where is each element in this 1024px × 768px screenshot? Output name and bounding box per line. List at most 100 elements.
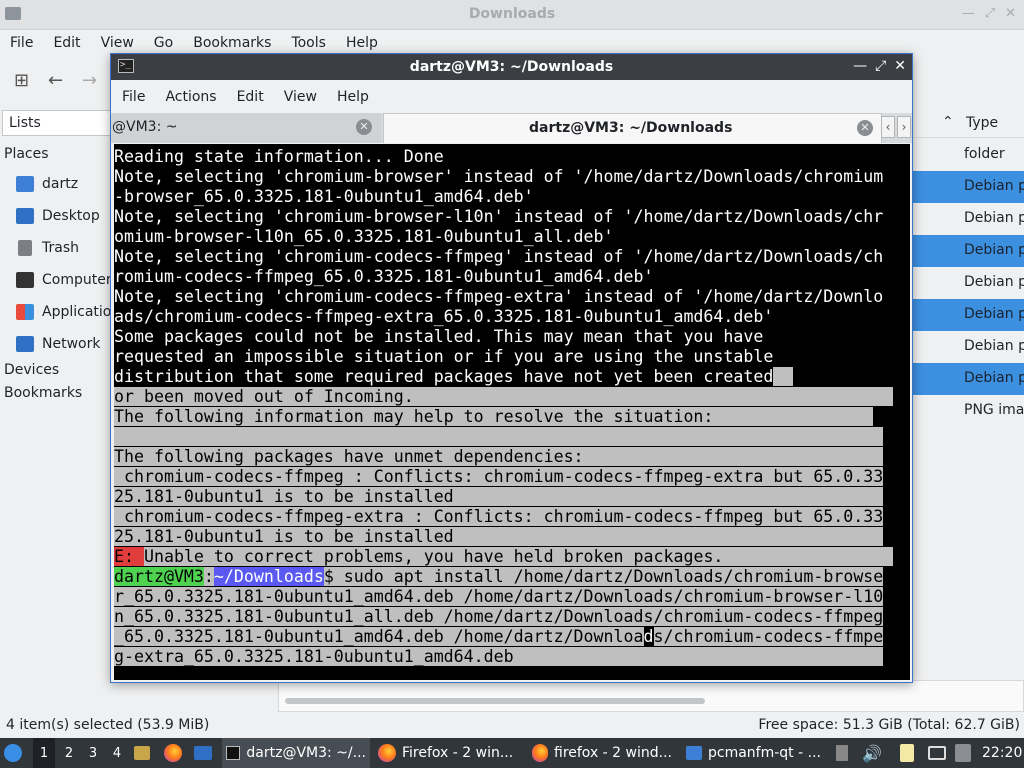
firefox-icon — [532, 744, 548, 762]
firefox-icon — [378, 744, 396, 762]
menu-help[interactable]: Help — [336, 35, 388, 51]
close-icon[interactable]: ✕ — [894, 58, 906, 74]
workspace-4[interactable]: 4 — [106, 738, 128, 768]
clock[interactable]: 22:20 — [982, 738, 1022, 768]
new-tab-icon[interactable]: ⊞ — [14, 70, 29, 91]
file-row[interactable]: Debian p — [912, 171, 1024, 203]
volume-icon[interactable]: 🔊 — [862, 738, 882, 768]
tab-home[interactable]: @VM3: ~ ✕ — [111, 113, 381, 143]
places-heading[interactable]: Places — [4, 146, 49, 162]
minimize-icon[interactable]: — — [962, 6, 975, 21]
tray-clipboard[interactable] — [836, 738, 852, 768]
task-terminal[interactable]: dartz@VM3: ~/... — [222, 738, 370, 768]
forward-icon[interactable]: → — [82, 70, 97, 91]
workspace-2[interactable]: 2 — [58, 738, 80, 768]
terminal-line: s/chromium-codecs-ffmpe — [653, 627, 884, 646]
scroll-tabs-right-icon[interactable]: › — [897, 116, 911, 138]
selection-fill — [413, 387, 894, 406]
menu-view[interactable]: View — [91, 35, 144, 51]
menu-go[interactable]: Go — [144, 35, 183, 51]
terminal-line: Unable to correct problems, you have hel… — [143, 547, 724, 566]
side-pane-mode-select[interactable]: Lists — [2, 110, 120, 136]
horizontal-scrollbar[interactable] — [285, 698, 705, 704]
close-icon[interactable]: ✕ — [1005, 6, 1016, 21]
menu-file[interactable]: File — [0, 35, 43, 51]
tray-network[interactable] — [928, 738, 948, 768]
firefox-icon — [164, 744, 182, 762]
menu-help[interactable]: Help — [327, 89, 379, 105]
file-list: ⌃ Type folder Debian p Debian p Debian p… — [912, 110, 1024, 420]
show-desktop-button[interactable] — [194, 738, 214, 768]
file-row[interactable]: Debian p — [912, 299, 1024, 331]
menu-edit[interactable]: Edit — [43, 35, 90, 51]
file-manager-launcher[interactable] — [134, 738, 154, 768]
bookmarks-heading[interactable]: Bookmarks — [4, 385, 82, 401]
place-computer[interactable]: Computer — [16, 268, 112, 292]
terminal-line: The following information may help to re… — [114, 407, 714, 426]
terminal-line: omium-browser-l10n_65.0.3325.181-0ubuntu… — [114, 227, 614, 246]
network-icon — [16, 336, 34, 352]
file-row[interactable]: Debian p — [912, 235, 1024, 267]
file-list-footer — [278, 680, 1024, 712]
task-firefox-2[interactable]: firefox - 2 wind... — [528, 738, 676, 768]
tray-updates[interactable] — [955, 738, 973, 768]
notes-icon — [900, 744, 914, 762]
task-pcmanfm[interactable]: pcmanfm-qt - ... — [682, 738, 830, 768]
menu-tools[interactable]: Tools — [281, 35, 336, 51]
back-icon[interactable]: ← — [48, 70, 63, 91]
devices-heading[interactable]: Devices — [4, 362, 59, 378]
menu-actions[interactable]: Actions — [155, 89, 226, 105]
place-dartz[interactable]: dartz — [16, 172, 78, 196]
task-firefox-1[interactable]: Firefox - 2 win... — [374, 738, 522, 768]
terminal-line: g-extra_65.0.3325.181-0ubuntu1_amd64.deb — [114, 647, 514, 666]
tab-downloads[interactable]: dartz@VM3: ~/Downloads ✕ — [383, 113, 882, 143]
close-tab-icon[interactable]: ✕ — [857, 120, 873, 136]
file-row[interactable]: folder — [912, 139, 1024, 171]
menu-file[interactable]: File — [112, 89, 155, 105]
file-row[interactable]: PNG ima — [912, 395, 1024, 427]
workspace-3[interactable]: 3 — [82, 738, 104, 768]
file-row[interactable]: Debian p — [912, 331, 1024, 363]
menu-view[interactable]: View — [274, 89, 327, 105]
place-network[interactable]: Network — [16, 332, 100, 356]
file-row[interactable]: Debian p — [912, 203, 1024, 235]
file-row[interactable]: Debian p — [912, 363, 1024, 395]
selection-fill — [453, 487, 884, 506]
desktop-folder-icon — [16, 208, 34, 224]
home-folder-icon — [16, 176, 34, 192]
terminal-screen[interactable]: Reading state information... Done Note, … — [114, 144, 910, 680]
maximize-icon[interactable]: ⤢ — [875, 58, 886, 74]
selection-fill — [453, 527, 884, 546]
taskbar: 1 2 3 4 dartz@VM3: ~/... Firefox - 2 win… — [0, 738, 1024, 768]
place-trash[interactable]: Trash — [16, 236, 79, 260]
minimize-icon[interactable]: — — [853, 58, 867, 74]
menu-bookmarks[interactable]: Bookmarks — [183, 35, 281, 51]
selection-fill — [513, 647, 884, 666]
scroll-tabs-left-icon[interactable]: ‹ — [881, 116, 895, 138]
sort-ascending-icon: ⌃ — [942, 114, 954, 130]
file-manager-titlebar[interactable]: Downloads — ⤢ ✕ — [0, 0, 1024, 30]
file-row[interactable]: Debian p — [912, 267, 1024, 299]
folder-icon — [134, 746, 150, 760]
menu-edit[interactable]: Edit — [227, 89, 274, 105]
place-desktop[interactable]: Desktop — [16, 204, 100, 228]
maximize-icon[interactable]: ⤢ — [985, 6, 995, 21]
terminal-line: ads/chromium-codecs-ffmpeg-extra_65.0.33… — [114, 307, 774, 326]
close-tab-icon[interactable]: ✕ — [356, 119, 372, 135]
terminal-line: Note, selecting 'chromium-codecs-ffmpeg'… — [114, 247, 884, 266]
terminal-line: Reading state information... Done — [114, 147, 444, 166]
terminal-line: Note, selecting 'chromium-codecs-ffmpeg-… — [114, 287, 884, 306]
terminal-tabbar: @VM3: ~ ✕ dartz@VM3: ~/Downloads ✕ ‹ › — [111, 113, 912, 143]
selection-fill — [583, 447, 884, 466]
tray-notes[interactable] — [900, 738, 920, 768]
workspace-1[interactable]: 1 — [33, 738, 55, 768]
terminal-output[interactable]: Reading state information... Done Note, … — [114, 147, 894, 667]
text-cursor: d — [643, 627, 654, 646]
firefox-launcher[interactable] — [164, 738, 184, 768]
type-column-header[interactable]: ⌃ Type — [912, 110, 1024, 138]
network-icon — [928, 746, 946, 760]
terminal-line: chromium-codecs-ffmpeg-extra : Conflicts… — [114, 507, 884, 526]
terminal-icon — [226, 746, 241, 760]
start-menu-button[interactable] — [4, 738, 28, 768]
terminal-titlebar[interactable]: >_ dartz@VM3: ~/Downloads — ⤢ ✕ — [111, 54, 912, 80]
